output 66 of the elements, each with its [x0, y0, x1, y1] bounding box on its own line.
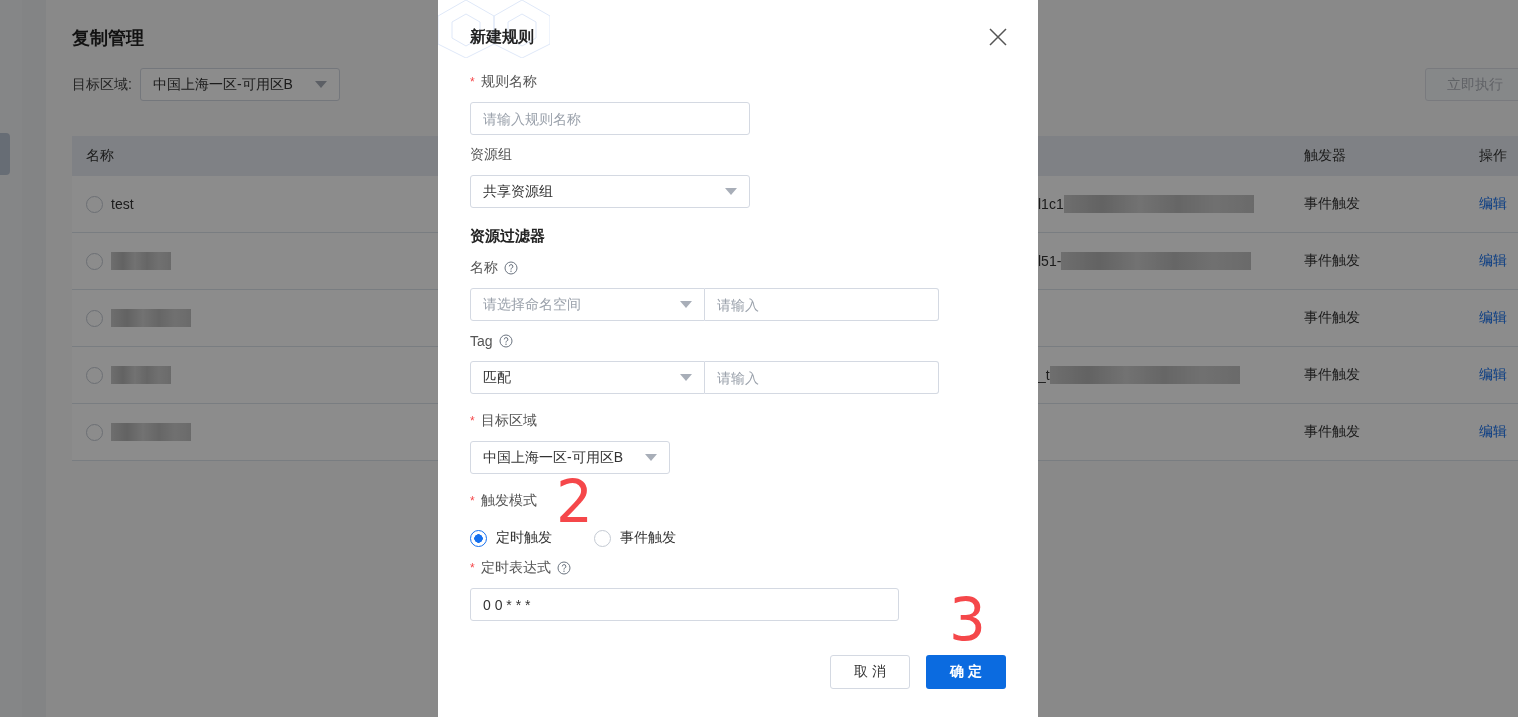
radio-label: 事件触发 — [620, 529, 676, 547]
text-field[interactable]: 请输入规则名称 — [470, 102, 750, 135]
row-radio[interactable] — [86, 423, 103, 441]
radio-label: 定时触发 — [496, 529, 552, 547]
field-label: Tag — [470, 333, 493, 349]
required-mark: * — [470, 414, 475, 428]
caret-icon — [314, 81, 327, 88]
dropdown[interactable]: 请选择命名空间 — [470, 288, 705, 321]
field-label: 名称 — [470, 259, 498, 277]
blurred-text — [111, 252, 171, 270]
dropdown[interactable]: 共享资源组 — [470, 175, 750, 208]
field-label: 触发模式 — [480, 492, 537, 510]
sidebar-tab[interactable] — [0, 133, 10, 175]
column-header: 触发器 — [1304, 147, 1346, 163]
required-mark: * — [470, 494, 475, 508]
caret-icon — [680, 301, 692, 308]
table-cell: 事件触发 — [1304, 252, 1360, 268]
column-header: 名称 — [86, 147, 114, 163]
field-label: 资源组 — [470, 146, 512, 164]
column-header: 操作 — [1479, 147, 1507, 163]
help-icon[interactable] — [498, 334, 513, 348]
required-mark: * — [470, 75, 475, 89]
region-dropdown[interactable]: 中国上海一区-可用区B — [139, 68, 340, 101]
close-button[interactable] — [989, 28, 1007, 46]
caret-icon — [645, 454, 657, 461]
table-cell: _t — [1038, 367, 1050, 383]
edit-link[interactable]: 编辑 — [1479, 423, 1507, 439]
cancel-button[interactable]: 取 消 — [830, 655, 910, 689]
row-radio[interactable] — [86, 252, 103, 270]
table-cell: 事件触发 — [1304, 309, 1360, 325]
help-icon[interactable] — [504, 261, 518, 275]
dialog-title: 新建规则 — [470, 26, 534, 47]
required-mark: * — [470, 561, 475, 575]
table-cell: 事件触发 — [1304, 366, 1360, 382]
radio-button[interactable] — [470, 529, 487, 547]
table-cell: l51- — [1038, 253, 1062, 269]
caret-icon — [725, 188, 737, 195]
confirm-button[interactable]: 确 定 — [926, 655, 1006, 689]
page-title: 复制管理 — [72, 27, 144, 50]
edit-link[interactable]: 编辑 — [1479, 309, 1507, 325]
annotation-number: 3 — [949, 591, 986, 649]
text-field[interactable]: 请输入 — [705, 288, 939, 321]
table-cell: 事件触发 — [1304, 195, 1360, 211]
field-label: 定时表达式 — [480, 559, 551, 577]
table-cell: test — [111, 196, 134, 212]
dropdown[interactable]: 中国上海一区-可用区B — [470, 441, 670, 474]
edit-link[interactable]: 编辑 — [1479, 252, 1507, 268]
annotation-number: 2 — [556, 473, 593, 531]
blurred-text — [111, 366, 171, 384]
dropdown[interactable]: 匹配 — [470, 361, 705, 394]
region-label: 目标区域: — [72, 75, 132, 94]
text-field[interactable]: 0 0 * * * — [470, 588, 899, 621]
radio-button[interactable] — [594, 529, 611, 547]
caret-icon — [680, 374, 692, 381]
row-radio[interactable] — [86, 195, 103, 213]
text-field[interactable]: 请输入 — [705, 361, 939, 394]
field-label: 目标区域 — [480, 412, 537, 430]
edit-link[interactable]: 编辑 — [1479, 195, 1507, 211]
section-heading: 资源过滤器 — [470, 226, 546, 246]
help-icon[interactable] — [556, 561, 571, 575]
edit-link[interactable]: 编辑 — [1479, 366, 1507, 382]
table-cell: 事件触发 — [1304, 423, 1360, 439]
row-radio[interactable] — [86, 309, 103, 327]
table-cell: l1c1 — [1038, 196, 1064, 212]
field-label: 规则名称 — [480, 73, 537, 91]
row-radio[interactable] — [86, 366, 103, 384]
